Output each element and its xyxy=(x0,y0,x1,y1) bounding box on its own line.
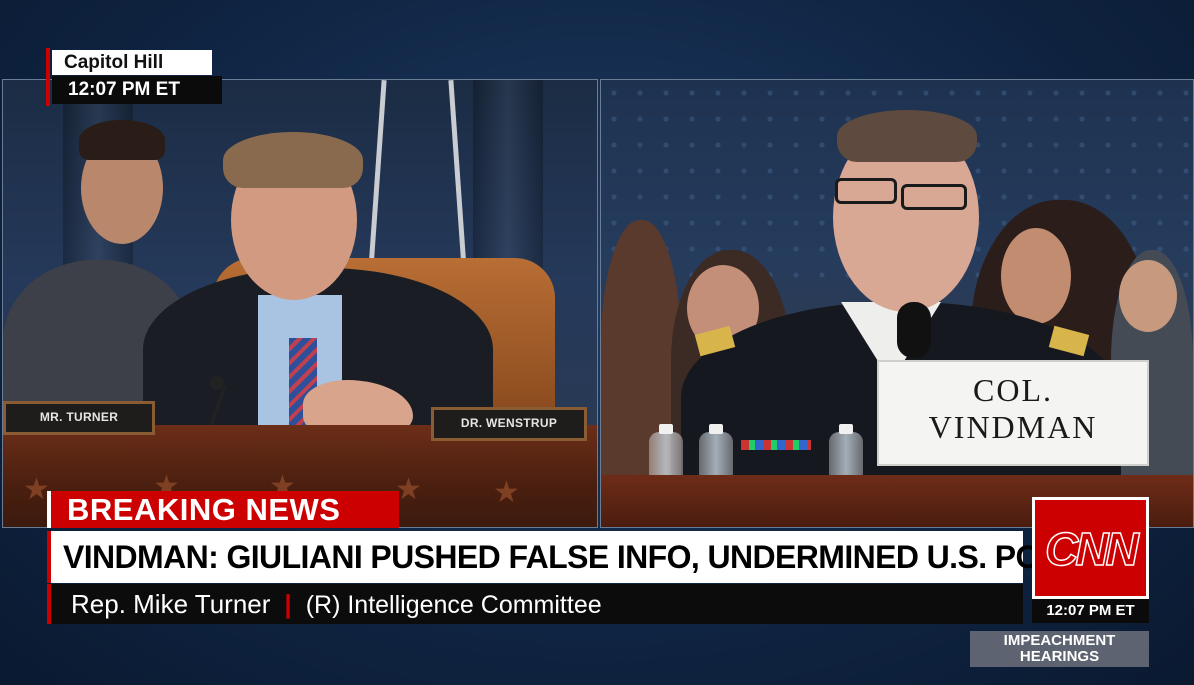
nameplate-turner: MR. TURNER xyxy=(3,401,155,435)
nameplate-wenstrup: DR. WENSTRUP xyxy=(431,407,587,441)
witness-hair xyxy=(837,110,977,162)
star-ornament: ★ xyxy=(395,473,422,506)
breaking-news-label: BREAKING NEWS xyxy=(47,491,399,528)
star-ornament: ★ xyxy=(493,476,520,509)
eyeglasses-lens xyxy=(901,184,967,210)
cnn-logo: CNN xyxy=(1032,497,1149,599)
location-accent-bar xyxy=(46,48,50,106)
eyeglasses-lens xyxy=(835,178,897,204)
left-video-feed: ★ ★ ★ ★ ★ MR. TURNER DR. WENSTRUP xyxy=(2,79,598,528)
caption-separator: | xyxy=(284,589,292,619)
speaker-hair xyxy=(223,132,363,188)
speaker-name: Rep. Mike Turner xyxy=(71,589,271,619)
ribbon-bar xyxy=(741,440,811,450)
cnn-logo-text: CNN xyxy=(1044,522,1139,576)
water-bottle xyxy=(699,424,733,478)
water-bottle xyxy=(829,424,863,478)
speaker-affiliation: (R) Intelligence Committee xyxy=(305,591,602,619)
easel-leg xyxy=(448,80,467,270)
witness-placard: COL. VINDMAN xyxy=(877,360,1149,466)
program-tag-line: HEARINGS xyxy=(1019,648,1100,665)
easel-leg xyxy=(368,80,387,270)
location-name: Capitol Hill xyxy=(52,50,212,75)
audience-head xyxy=(1001,228,1071,324)
speaker-caption: Rep. Mike Turner | (R) Intelligence Commit… xyxy=(47,584,1023,624)
placard-line: VINDMAN xyxy=(928,409,1098,445)
program-tag-line: IMPEACHMENT xyxy=(1003,632,1116,649)
placard-line: COL. xyxy=(973,372,1053,408)
network-clock: 12:07 PM ET xyxy=(1032,599,1149,623)
star-ornament: ★ xyxy=(23,473,50,506)
aide-hair xyxy=(79,120,165,160)
right-video-feed: COL. VINDMAN xyxy=(600,79,1194,528)
microphone xyxy=(897,302,931,358)
location-time: 12:07 PM ET xyxy=(52,76,222,104)
program-tag: IMPEACHMENT HEARINGS xyxy=(970,631,1149,667)
headline-banner: VINDMAN: GIULIANI PUSHED FALSE INFO, UND… xyxy=(47,531,1111,583)
water-bottle xyxy=(649,424,683,478)
audience-head xyxy=(1119,260,1177,332)
